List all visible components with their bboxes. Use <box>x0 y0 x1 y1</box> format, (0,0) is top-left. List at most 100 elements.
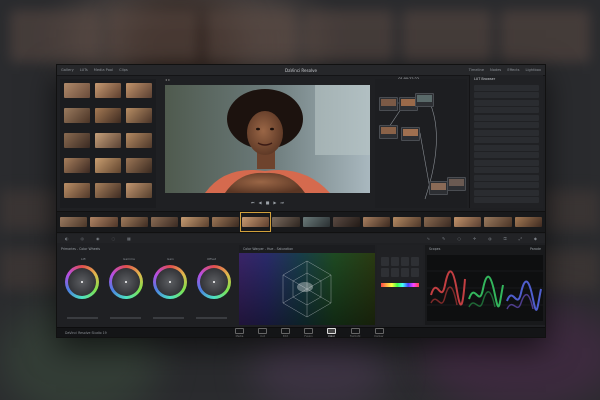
color-match-icon[interactable]: ◎ <box>81 236 85 241</box>
tracker-icon[interactable]: ✛ <box>473 236 476 241</box>
node-3[interactable] <box>415 93 434 107</box>
qualifier-tool[interactable] <box>381 257 389 266</box>
lut-item[interactable] <box>474 129 539 136</box>
qualifier-tool[interactable] <box>401 257 409 266</box>
skip-back-icon[interactable]: ⏮ <box>251 200 255 205</box>
page-cut[interactable]: Cut <box>258 328 267 337</box>
color-wheels-icon[interactable]: ◉ <box>96 236 100 241</box>
lut-item[interactable] <box>474 137 539 143</box>
window-icon[interactable]: ○ <box>457 236 461 241</box>
node-editor[interactable] <box>375 79 467 208</box>
menu-clips[interactable]: Clips <box>119 68 128 72</box>
menu-media-pool[interactable]: Media Pool <box>94 68 113 72</box>
timeline-clip[interactable] <box>271 213 300 231</box>
media-thumb[interactable] <box>64 183 90 198</box>
lut-item[interactable] <box>474 114 539 121</box>
menu-gallery[interactable]: Gallery <box>61 68 74 72</box>
timeline-clip[interactable] <box>392 213 421 231</box>
camera-raw-icon[interactable]: ◐ <box>65 236 69 241</box>
skip-forward-icon[interactable]: ⏭ <box>280 200 284 205</box>
lut-item[interactable] <box>474 99 539 106</box>
timeline-clip[interactable] <box>483 213 512 231</box>
qualifier-tool[interactable] <box>391 257 399 266</box>
media-thumb[interactable] <box>126 133 152 148</box>
media-thumb[interactable] <box>95 183 121 198</box>
qualifier-tool[interactable] <box>401 268 409 277</box>
lift-master-slider[interactable] <box>67 317 98 319</box>
node-6[interactable] <box>429 181 448 195</box>
media-thumb[interactable] <box>64 108 90 123</box>
timeline-clip[interactable] <box>89 213 118 231</box>
menu-nodes[interactable]: Nodes <box>490 68 501 72</box>
page-fairlight[interactable]: Fairlight <box>350 328 360 337</box>
3d-icon[interactable]: ◆ <box>534 236 537 241</box>
media-thumb[interactable] <box>64 133 90 148</box>
node-5[interactable] <box>401 127 420 141</box>
media-thumb[interactable] <box>95 158 121 173</box>
lut-item[interactable] <box>474 84 539 91</box>
page-deliver[interactable]: Deliver <box>374 328 384 337</box>
viewer-left-controls[interactable]: ◂ ▸ <box>165 77 170 82</box>
lut-item[interactable] <box>474 92 539 98</box>
node-4[interactable] <box>379 125 398 139</box>
lut-item[interactable] <box>474 107 539 113</box>
lut-item[interactable] <box>474 144 539 151</box>
play-reverse-icon[interactable]: ◀ <box>259 200 262 205</box>
gain-wheel[interactable] <box>153 265 187 299</box>
lut-item[interactable] <box>474 159 539 166</box>
curves-icon[interactable]: ∿ <box>427 236 430 241</box>
node-7[interactable] <box>447 177 466 191</box>
scope-mode[interactable]: Parade <box>530 245 541 253</box>
media-thumb[interactable] <box>95 133 121 148</box>
media-thumb[interactable] <box>126 158 152 173</box>
page-edit[interactable]: Edit <box>281 328 290 337</box>
qualifier-tool[interactable] <box>411 268 419 277</box>
timeline-clip[interactable] <box>423 213 452 231</box>
media-thumb[interactable] <box>95 83 121 98</box>
lut-item[interactable] <box>474 122 539 128</box>
qualifier-tool[interactable] <box>391 268 399 277</box>
qualifier-tool[interactable] <box>381 268 389 277</box>
timeline-clip[interactable] <box>514 213 543 231</box>
gamma-wheel[interactable] <box>109 265 143 299</box>
rgb-mixer-icon[interactable]: ▦ <box>127 236 131 241</box>
lut-item[interactable] <box>474 167 539 173</box>
node-1[interactable] <box>379 97 398 111</box>
lut-item[interactable] <box>474 197 539 203</box>
sizing-icon[interactable]: ⤢ <box>519 236 522 241</box>
lut-item[interactable] <box>474 189 539 196</box>
qualifier-tool[interactable] <box>411 257 419 266</box>
timeline-clip[interactable] <box>211 213 240 231</box>
media-thumb[interactable] <box>64 83 90 98</box>
qualifier-icon[interactable]: ✎ <box>442 236 445 241</box>
play-icon[interactable]: ▶ <box>273 200 276 205</box>
lut-item[interactable] <box>474 182 539 188</box>
menu-luts[interactable]: LUTs <box>80 68 88 72</box>
hdr-icon[interactable]: ◌ <box>112 236 116 241</box>
timeline-clip-selected[interactable] <box>239 212 272 232</box>
media-thumb[interactable] <box>126 83 152 98</box>
gain-master-slider[interactable] <box>153 317 184 319</box>
blur-icon[interactable]: ◍ <box>488 236 492 241</box>
media-thumb[interactable] <box>95 108 121 123</box>
timeline-clip[interactable] <box>332 213 361 231</box>
timeline-clip[interactable] <box>59 213 88 231</box>
lift-wheel[interactable] <box>65 265 99 299</box>
menu-effects[interactable]: Effects <box>507 68 519 72</box>
timeline-clip[interactable] <box>453 213 482 231</box>
stop-icon[interactable]: ■ <box>266 200 270 205</box>
menu-timeline[interactable]: Timeline <box>469 68 484 72</box>
media-thumb[interactable] <box>126 108 152 123</box>
media-thumb[interactable] <box>64 158 90 173</box>
timeline-clip[interactable] <box>362 213 391 231</box>
key-icon[interactable]: ⚿ <box>504 236 507 241</box>
timeline-clip[interactable] <box>302 213 331 231</box>
page-fusion[interactable]: Fusion <box>304 328 313 337</box>
hue-slider[interactable] <box>381 283 419 287</box>
timeline-clip[interactable] <box>150 213 179 231</box>
page-color[interactable]: Color <box>327 328 336 337</box>
video-viewer[interactable] <box>165 85 370 193</box>
lut-item[interactable] <box>474 152 539 158</box>
gamma-master-slider[interactable] <box>110 317 141 319</box>
timeline-clip[interactable] <box>180 213 209 231</box>
